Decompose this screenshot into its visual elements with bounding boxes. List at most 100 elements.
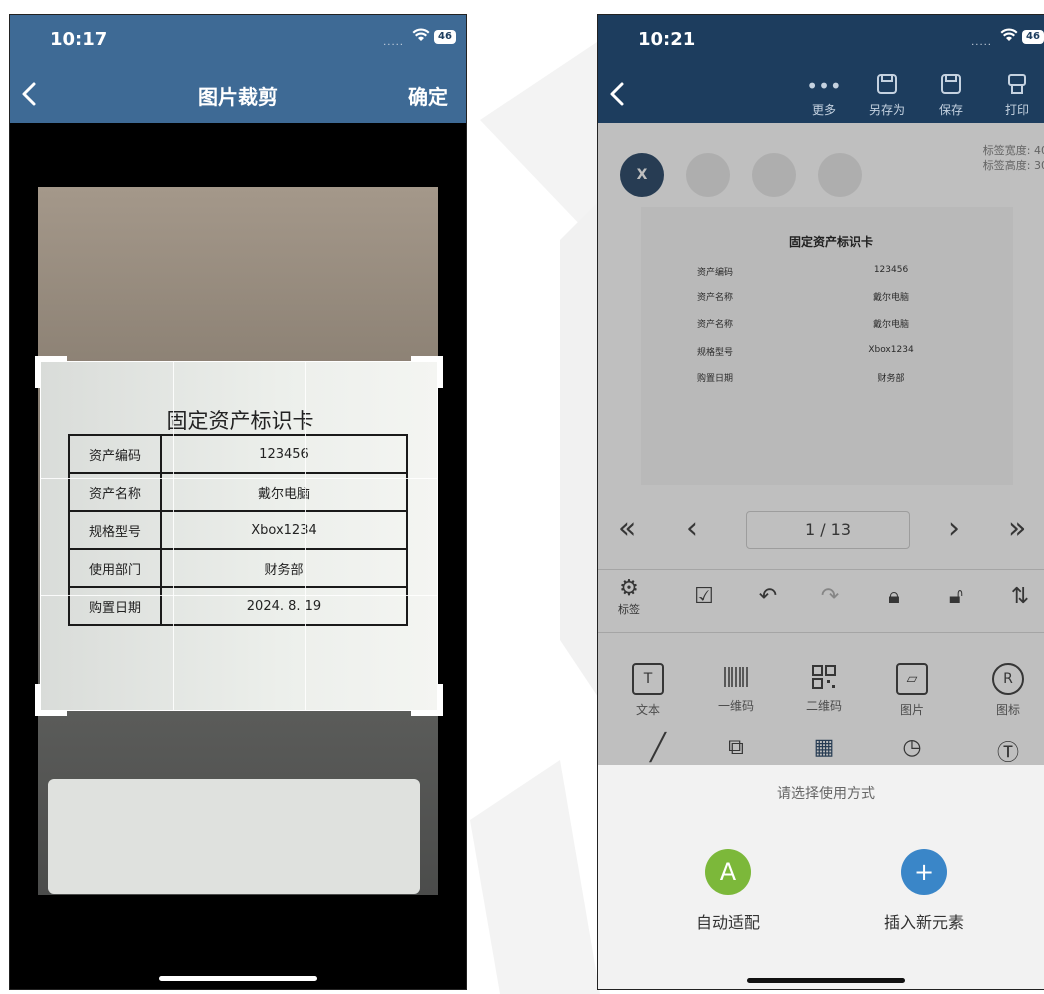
confirm-button[interactable]: 确定 — [408, 81, 448, 110]
status-time: 10:17 — [50, 29, 108, 50]
checkbox-icon[interactable]: ☑ — [684, 584, 724, 609]
preview-key: 购置日期 — [697, 374, 734, 384]
crop-handle-top-right[interactable] — [411, 356, 443, 388]
icon-element-button[interactable]: R 图标 — [978, 663, 1038, 718]
undo-icon[interactable]: ↶ — [748, 584, 788, 609]
battery-icon: 46 — [434, 30, 456, 44]
image-element-button[interactable]: ▱ 图片 — [882, 663, 942, 718]
drag-sort-icon[interactable]: ⇅ — [1000, 584, 1040, 609]
save-button[interactable]: 保存 — [928, 73, 974, 118]
crop-grid-line — [41, 478, 437, 479]
last-page-icon[interactable]: » — [1008, 511, 1026, 546]
insert-element-label: 插入新元素 — [883, 913, 964, 932]
pdf-icon[interactable] — [686, 153, 730, 197]
crop-frame[interactable] — [35, 356, 443, 716]
barcode-element-button[interactable]: 一维码 — [706, 663, 766, 714]
wifi-icon — [412, 27, 430, 47]
more-label: 更多 — [811, 103, 836, 117]
auto-fit-label: 自动适配 — [695, 913, 760, 932]
signal-icon: ..... — [383, 37, 404, 48]
phone-editor-screen: 10:21 ..... 46 ••• 更多 另存为 保存 打印 X 标签宽度: … — [597, 14, 1044, 990]
more-button[interactable]: ••• 更多 — [801, 73, 847, 118]
qrcode-element-button[interactable]: 二维码 — [794, 663, 854, 714]
home-indicator — [159, 976, 317, 981]
line-icon[interactable]: ╱ — [628, 733, 688, 763]
crop-handle-top-left[interactable] — [35, 356, 67, 388]
excel-icon[interactable]: X — [620, 153, 664, 197]
print-button[interactable]: 打印 — [994, 73, 1040, 118]
edit-toolbar: ⚙ 标签 ☑ ↶ ↷ 🔒︎ 🔓︎ ⇅ — [598, 569, 1044, 633]
more-dots-icon: ••• — [806, 74, 842, 98]
preview-title: 固定资产标识卡 — [788, 235, 873, 249]
save-as-button[interactable]: 另存为 — [864, 73, 910, 118]
serial-icon[interactable]: Ⓣ — [978, 735, 1038, 767]
texture-icon[interactable] — [752, 153, 796, 197]
status-time: 10:21 — [638, 29, 696, 50]
phone-crop-screen: 10:17 ..... 46 图片裁剪 确定 固定资产标识卡 资产编码 12345… — [9, 14, 467, 990]
photo-label-sheet-next — [48, 779, 420, 894]
element-label: 文本 — [635, 703, 660, 717]
tag-label: 标签 — [618, 603, 640, 616]
preview-value: 戴尔电脑 — [872, 320, 909, 330]
sheet-title: 请选择使用方式 — [777, 786, 875, 802]
preview-key: 资产名称 — [697, 320, 734, 330]
crop-grid-line — [41, 595, 437, 596]
save-as-label: 另存为 — [868, 103, 905, 117]
crop-handle-bottom-right[interactable] — [411, 684, 443, 716]
lock-icon[interactable]: 🔒︎ — [874, 584, 914, 609]
shape-icon[interactable]: ⧉ — [706, 735, 766, 760]
page-navigator: « ‹ 1 / 13 › » — [598, 507, 1044, 557]
crop-grid-line — [173, 362, 174, 710]
table-icon[interactable]: ▦ — [794, 735, 854, 760]
save-label: 保存 — [938, 103, 963, 117]
status-bar: 10:21 ..... 46 — [598, 15, 1044, 65]
auto-fit-button[interactable]: A 自动适配 — [658, 849, 798, 933]
registered-icon: R — [992, 663, 1024, 695]
printer-icon — [994, 73, 1040, 101]
element-label: 一维码 — [717, 699, 754, 713]
preview-key: 资产编码 — [697, 268, 734, 278]
crop-handle-bottom-left[interactable] — [35, 684, 67, 716]
next-page-icon[interactable]: › — [948, 511, 960, 546]
print-label: 打印 — [1004, 103, 1029, 117]
element-label: 二维码 — [805, 699, 842, 713]
preview-value: Xbox1234 — [868, 345, 914, 355]
qrcode-icon — [810, 663, 838, 691]
preview-key: 规格型号 — [697, 348, 734, 358]
page-title: 图片裁剪 — [198, 85, 278, 109]
text-icon: T — [632, 663, 664, 695]
preview-value: 戴尔电脑 — [872, 293, 909, 303]
back-button[interactable] — [606, 79, 632, 109]
crop-grid-line — [305, 362, 306, 710]
redo-icon[interactable]: ↷ — [810, 584, 850, 609]
signal-icon: ..... — [971, 37, 992, 48]
border-icon[interactable] — [818, 153, 862, 197]
nav-bar: 图片裁剪 确定 — [10, 65, 466, 123]
insert-element-button[interactable]: + 插入新元素 — [854, 849, 994, 933]
battery-icon: 46 — [1022, 30, 1044, 44]
prev-page-icon[interactable]: ‹ — [686, 511, 698, 546]
unlock-icon[interactable]: 🔓︎ — [936, 584, 976, 609]
image-icon: ▱ — [896, 663, 928, 695]
gear-icon: ⚙ — [619, 576, 639, 601]
wifi-icon — [1000, 27, 1018, 47]
label-preview[interactable]: 固定资产标识卡 资产编码 123456 资产名称 戴尔电脑 资产名称 戴尔电脑 … — [641, 207, 1013, 485]
home-indicator — [747, 978, 905, 983]
editor-canvas: X 标签宽度: 40 标签高度: 30 固定资产标识卡 资产编码 123456 … — [598, 123, 1044, 766]
first-page-icon[interactable]: « — [618, 511, 636, 546]
label-size: 标签宽度: 40 标签高度: 30 — [983, 143, 1044, 173]
save-as-icon — [864, 73, 910, 101]
label-height: 标签高度: 30 — [982, 159, 1044, 172]
status-bar: 10:17 ..... 46 — [10, 15, 466, 65]
preview-value: 财务部 — [877, 374, 905, 384]
preview-value: 123456 — [873, 265, 909, 275]
text-element-button[interactable]: T 文本 — [618, 663, 678, 718]
element-label: 图标 — [995, 703, 1020, 717]
preview-key: 资产名称 — [697, 293, 734, 303]
usage-sheet: 请选择使用方式 A 自动适配 + 插入新元素 — [598, 765, 1044, 989]
tag-settings-button[interactable]: ⚙ 标签 — [612, 576, 646, 617]
page-indicator[interactable]: 1 / 13 — [746, 511, 910, 549]
barcode-icon — [722, 663, 750, 691]
plus-icon: + — [901, 849, 947, 895]
clock-icon[interactable]: ◷ — [882, 735, 942, 760]
